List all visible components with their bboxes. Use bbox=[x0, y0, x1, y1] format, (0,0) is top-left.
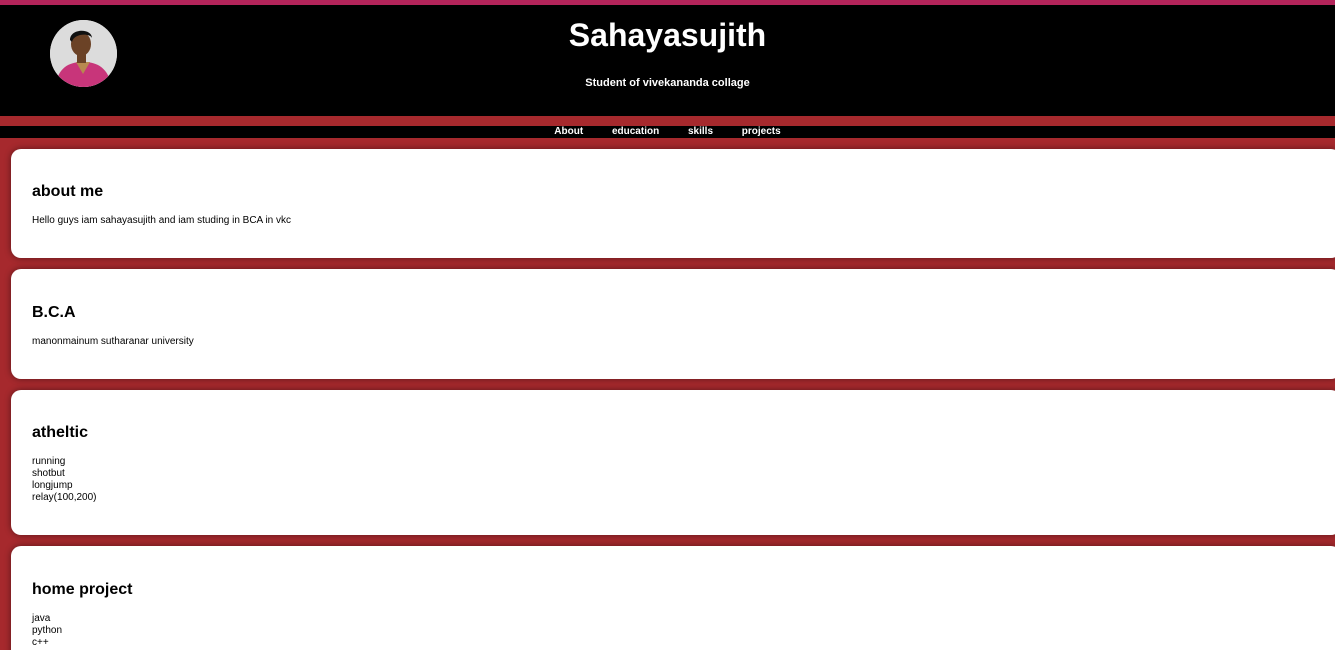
site-title: Sahayasujith bbox=[568, 17, 767, 53]
list-item: shotbut bbox=[32, 468, 65, 479]
education-heading: B.C.A bbox=[32, 304, 76, 321]
list-item: longjump bbox=[32, 480, 73, 491]
list-item: c++ bbox=[32, 637, 49, 648]
main-nav: About education skills projects bbox=[0, 126, 1335, 138]
education-section: B.C.A manonmainum sutharanar university bbox=[11, 269, 1335, 379]
skills-heading: atheltic bbox=[32, 424, 89, 441]
about-heading: about me bbox=[32, 183, 104, 200]
skills-list: running shotbut longjump relay(100,200) bbox=[32, 456, 96, 504]
list-item: python bbox=[32, 625, 63, 636]
projects-section: home project java python c++ bbox=[11, 546, 1335, 650]
nav-link-about[interactable]: About bbox=[554, 126, 583, 138]
list-item: java bbox=[32, 613, 51, 624]
list-item: running bbox=[32, 456, 66, 467]
site-subtitle: Student of vivekananda collage bbox=[585, 77, 750, 89]
projects-list: java python c++ bbox=[32, 613, 62, 649]
nav-link-skills[interactable]: skills bbox=[688, 126, 713, 138]
skills-section: atheltic running shotbut longjump relay(… bbox=[11, 390, 1335, 535]
projects-heading: home project bbox=[32, 581, 133, 598]
list-item: relay(100,200) bbox=[32, 492, 97, 503]
nav-link-projects[interactable]: projects bbox=[742, 126, 781, 138]
education-text: manonmainum sutharanar university bbox=[32, 336, 194, 347]
about-section: about me Hello guys iam sahayasujith and… bbox=[11, 149, 1335, 258]
nav-link-education[interactable]: education bbox=[612, 126, 659, 138]
divider-strip bbox=[0, 116, 1335, 126]
about-text: Hello guys iam sahayasujith and iam stud… bbox=[32, 215, 292, 226]
site-header: Sahayasujith Student of vivekananda coll… bbox=[0, 5, 1335, 116]
main-content: about me Hello guys iam sahayasujith and… bbox=[0, 138, 1335, 650]
